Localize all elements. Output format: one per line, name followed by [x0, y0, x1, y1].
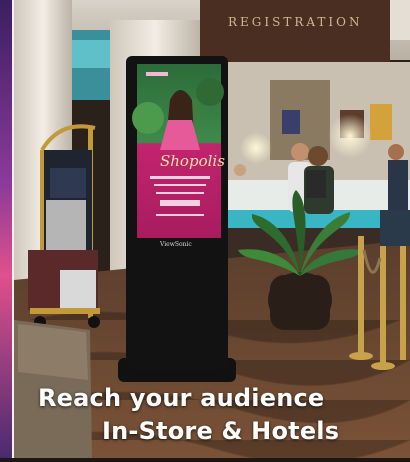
kiosk-brand-label: ViewSonic — [159, 241, 192, 248]
left-edge-divider — [12, 0, 14, 458]
headline-line-2: In-Store & Hotels — [102, 417, 340, 445]
digital-signage-kiosk: Shopolis ViewSonic — [118, 56, 236, 382]
headline-line-1: Reach your audience — [38, 384, 325, 412]
poster-brand-text: Shopolis — [160, 152, 225, 170]
registration-sign: REGISTRATION — [228, 15, 362, 29]
